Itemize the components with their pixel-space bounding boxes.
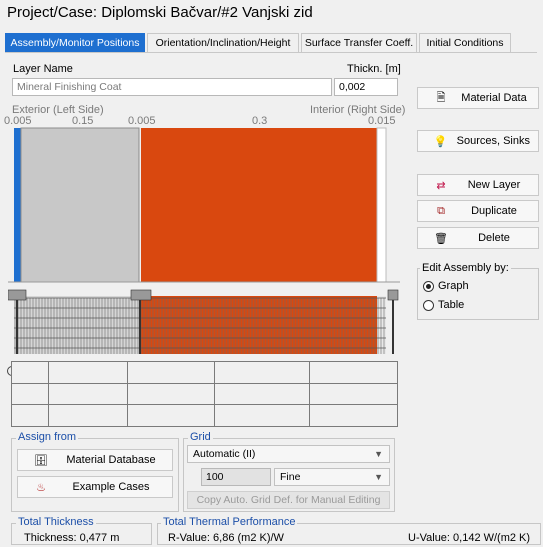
material-data-button[interactable]: 🗎 Material Data (417, 87, 539, 109)
grid-count-input[interactable]: 100 (201, 468, 271, 486)
tab-orientation[interactable]: Orientation/Inclination/Height (147, 33, 299, 52)
example-cases-button[interactable]: ♨ Example Cases (17, 476, 173, 498)
radio-dot (423, 299, 434, 311)
u-value: U-Value: 0,142 W/(m2 K) (408, 532, 531, 544)
selected-layer-finishing-coat[interactable] (14, 128, 21, 282)
new-layer-icon: ⇄ (436, 179, 446, 192)
thickness-value: Thickness: 0,477 m (24, 532, 120, 544)
thermal-performance-label: Total Thermal Performance (161, 516, 298, 528)
bulb-icon: 💡 (433, 135, 448, 148)
new-layer-button[interactable]: ⇄ New Layer (417, 174, 539, 196)
material-database-button[interactable]: 🗄 Material Database (17, 449, 173, 471)
grid-mode-select[interactable]: Automatic (II) ▼ (187, 445, 390, 463)
monitor-table[interactable] (11, 361, 398, 427)
document-icon: 🗎 (436, 91, 446, 104)
chevron-down-icon: ▼ (374, 472, 383, 482)
delete-button[interactable]: 🗑 Delete (417, 227, 539, 249)
r-value: R-Value: 6,86 (m2 K)/W (168, 532, 284, 544)
example-icon: ♨ (36, 481, 46, 494)
edit-assembly-group (417, 268, 539, 320)
tab-initial-conditions[interactable]: Initial Conditions (419, 33, 511, 52)
radio-graph[interactable]: Graph (423, 280, 469, 292)
thickness-label: Thickn. [m] (347, 63, 401, 75)
layer-interior-finish[interactable] (376, 127, 387, 283)
assign-from-label: Assign from (16, 431, 79, 443)
layer-grey[interactable] (20, 127, 140, 283)
database-icon: 🗄 (34, 454, 48, 467)
radio-table[interactable]: Table (423, 299, 464, 311)
trash-icon: 🗑 (434, 232, 448, 245)
grid-label: Grid (188, 431, 213, 443)
window-title: Project/Case: Diplomski Bačvar/#2 Vanjsk… (7, 4, 313, 21)
assembly-graph[interactable] (8, 126, 400, 364)
tab-surface-transfer[interactable]: Surface Transfer Coeff. (301, 33, 417, 52)
layer-name-label: Layer Name (13, 63, 73, 75)
thickness-input[interactable]: 0,002 (334, 78, 398, 96)
chevron-down-icon: ▼ (374, 449, 383, 459)
radio-dot (423, 280, 434, 292)
total-thickness-label: Total Thickness (16, 516, 96, 528)
tab-assembly[interactable]: Assembly/Monitor Positions (5, 33, 145, 52)
copy-grid-button[interactable]: Copy Auto. Grid Def. for Manual Editing (187, 491, 390, 509)
duplicate-button[interactable]: ⧉ Duplicate (417, 200, 539, 222)
monitor-marker-right[interactable] (387, 289, 399, 354)
duplicate-icon: ⧉ (437, 204, 445, 217)
layer-name-input[interactable]: Mineral Finishing Coat (12, 78, 332, 96)
edit-assembly-label: Edit Assembly by: (420, 262, 511, 274)
grid-fineness-select[interactable]: Fine ▼ (274, 468, 390, 486)
layer-orange[interactable] (141, 128, 377, 282)
tab-divider (5, 52, 537, 53)
sources-sinks-button[interactable]: 💡 Sources, Sinks (417, 130, 539, 152)
tab-bar: Assembly/Monitor Positions Orientation/I… (5, 33, 537, 53)
